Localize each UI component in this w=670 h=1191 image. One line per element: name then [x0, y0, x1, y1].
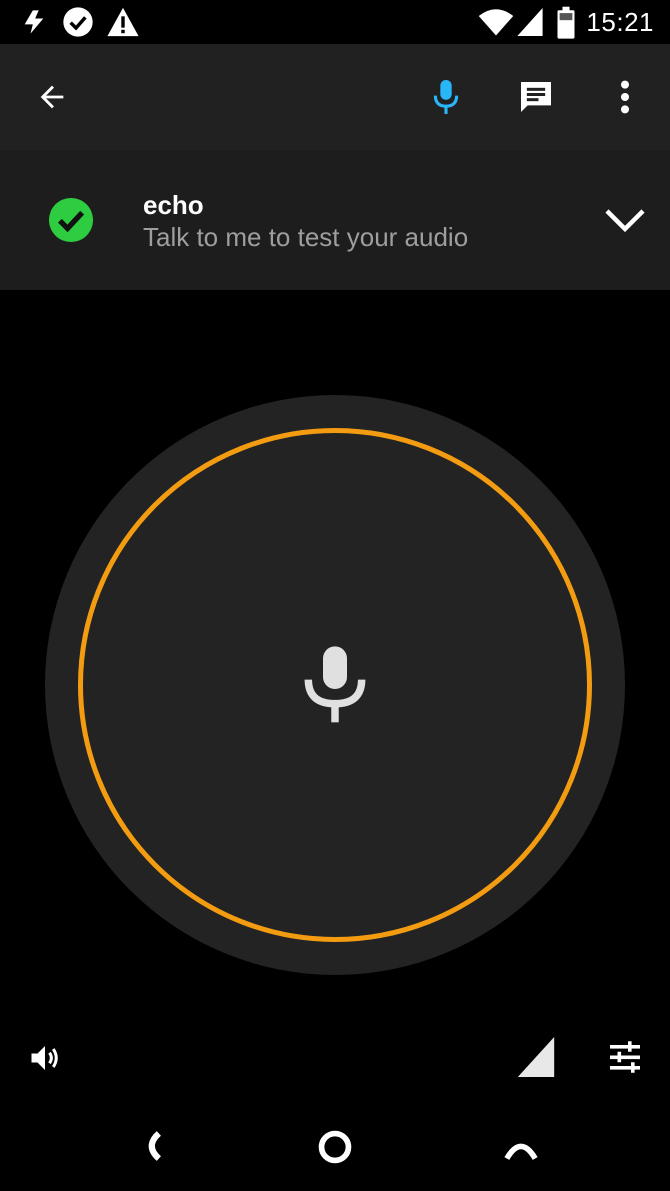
back-nav-icon[interactable]	[140, 1130, 162, 1162]
recents-nav-icon[interactable]	[504, 1140, 538, 1160]
chat-button[interactable]	[496, 44, 576, 150]
clock: 15:21	[586, 7, 654, 37]
tune-icon[interactable]	[606, 1039, 644, 1075]
contact-name: echo	[143, 190, 204, 220]
check-circle-icon	[63, 7, 93, 37]
arrow-back-icon	[40, 85, 64, 109]
chat-icon	[521, 82, 551, 112]
back-button[interactable]	[12, 44, 92, 150]
wifi-icon	[478, 9, 514, 36]
battery-icon	[557, 6, 575, 39]
contact-row[interactable]	[0, 150, 670, 290]
flash-icon	[24, 10, 44, 34]
status-bar: 15:21	[0, 0, 670, 44]
contact-subtitle: Talk to me to test your audio	[143, 222, 469, 252]
signal-quality-icon	[517, 1037, 555, 1077]
volume-icon[interactable]	[26, 1040, 64, 1076]
mic-icon	[304, 646, 366, 723]
mic-icon	[433, 80, 459, 114]
voice-call-button[interactable]	[406, 44, 486, 150]
more-vert-icon	[620, 80, 630, 114]
app-bar	[0, 44, 670, 150]
home-nav-icon[interactable]	[318, 1130, 352, 1164]
check-circle-icon	[48, 197, 94, 243]
chevron-down-icon[interactable]	[604, 205, 646, 235]
warning-icon	[107, 7, 139, 37]
cell-signal-icon	[517, 8, 543, 36]
overflow-menu-button[interactable]	[585, 44, 665, 150]
navigation-bar	[0, 1100, 670, 1191]
